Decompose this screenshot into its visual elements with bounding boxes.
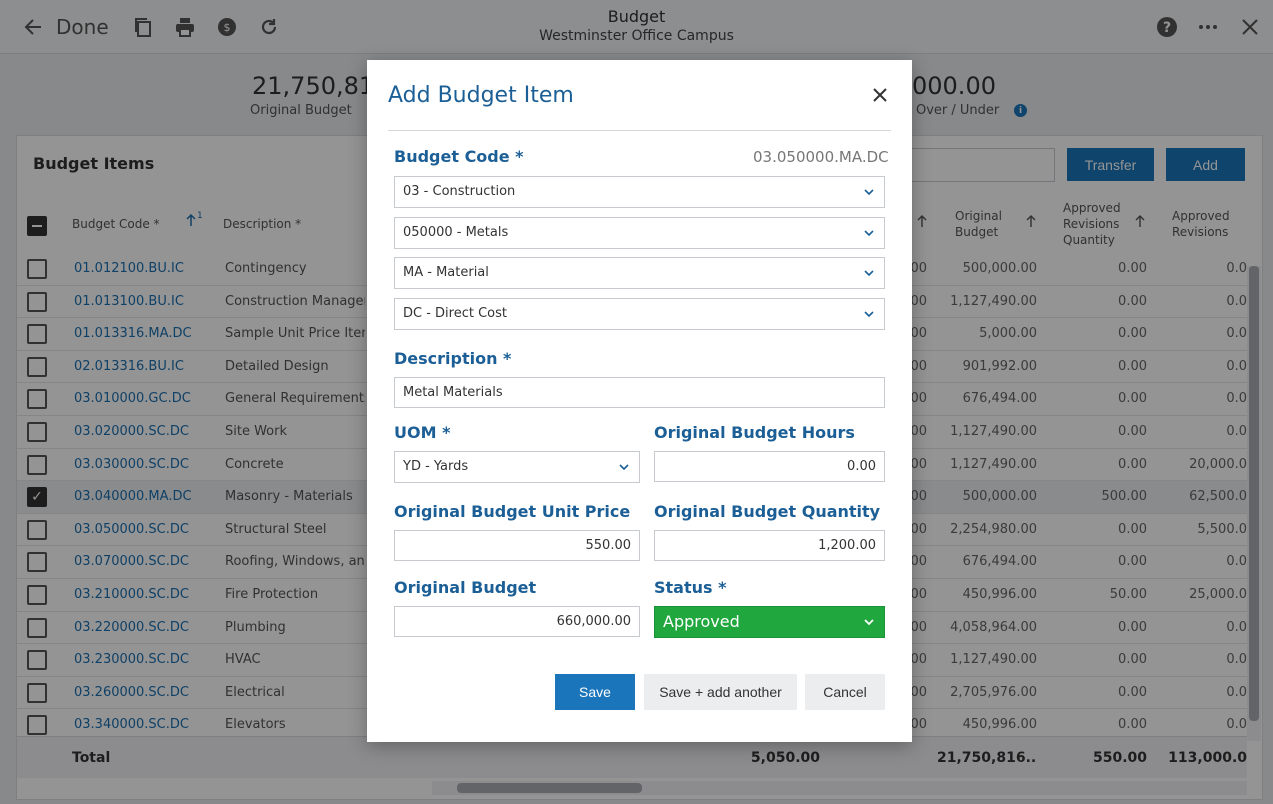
uom-select[interactable]: YD - Yards — [394, 451, 640, 483]
segment2-select[interactable]: 050000 - Metals — [394, 217, 885, 249]
chevron-down-icon — [864, 270, 874, 277]
chevron-down-icon — [864, 230, 874, 237]
chevron-down-icon — [864, 189, 874, 196]
description-input[interactable]: Metal Materials — [394, 377, 885, 408]
cancel-button[interactable]: Cancel — [805, 674, 885, 710]
original-budget-input[interactable]: 660,000.00 — [394, 606, 640, 637]
save-add-another-button[interactable]: Save + add another — [644, 674, 797, 710]
quantity-input[interactable]: 1,200.00 — [654, 530, 885, 561]
divider — [388, 130, 891, 131]
segment1-select[interactable]: 03 - Construction — [394, 176, 885, 208]
chevron-down-icon — [619, 464, 629, 471]
hours-input[interactable]: 0.00 — [654, 451, 885, 482]
chevron-down-icon — [864, 311, 874, 318]
segment3-value: MA - Material — [403, 265, 489, 280]
hours-label: Original Budget Hours — [654, 423, 855, 442]
add-budget-item-dialog: Add Budget Item Budget Code * 03.050000.… — [367, 60, 912, 742]
dialog-title: Add Budget Item — [388, 83, 574, 108]
segment1-value: 03 - Construction — [403, 184, 516, 199]
unit-price-label: Original Budget Unit Price — [394, 502, 631, 521]
uom-value: YD - Yards — [403, 459, 469, 474]
segment3-select[interactable]: MA - Material — [394, 257, 885, 289]
chevron-down-icon — [864, 619, 874, 626]
segment4-select[interactable]: DC - Direct Cost — [394, 298, 885, 330]
status-select[interactable]: Approved — [654, 606, 885, 638]
unit-price-input[interactable]: 550.00 — [394, 530, 640, 561]
original-budget-label: Original Budget — [394, 578, 537, 597]
quantity-label: Original Budget Quantity — [654, 502, 881, 521]
budget-code-label: Budget Code * — [394, 147, 524, 166]
save-button[interactable]: Save — [555, 674, 635, 710]
status-label: Status * — [654, 578, 727, 597]
uom-label: UOM * — [394, 423, 451, 442]
status-value: Approved — [663, 612, 740, 631]
segment4-value: DC - Direct Cost — [403, 306, 507, 321]
budget-code-value: 03.050000.MA.DC — [753, 148, 889, 166]
dialog-close-icon[interactable] — [867, 82, 893, 108]
segment2-value: 050000 - Metals — [403, 225, 509, 240]
description-label: Description * — [394, 349, 512, 368]
